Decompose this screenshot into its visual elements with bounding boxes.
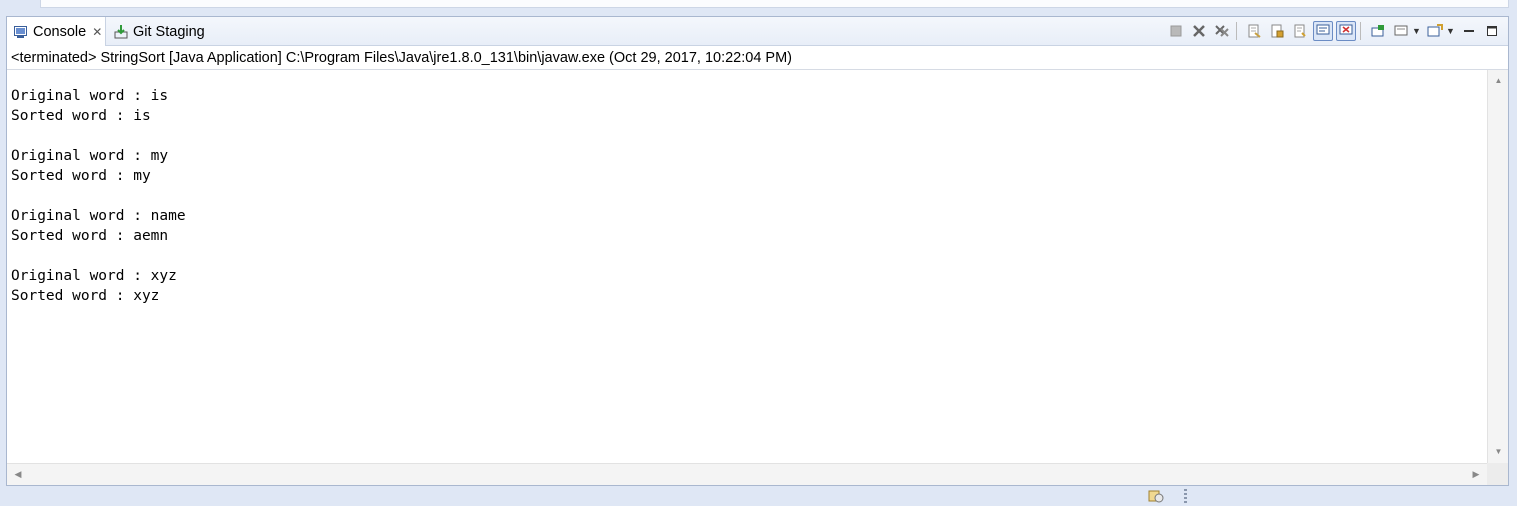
tab-console-label: Console [33,24,87,40]
console-view: Console ✕ Git Staging ▼ ▼ <terminated> S… [6,16,1509,486]
scroll-down-icon[interactable]: ▼ [1488,443,1509,461]
view-tab-row: Console ✕ Git Staging ▼ ▼ [7,17,1508,47]
word-wrap-icon[interactable] [1290,21,1310,41]
remove-launch-icon[interactable] [1189,21,1209,41]
launch-status-line: <terminated> StringSort [Java Applicatio… [7,46,1508,70]
display-selected-console-icon[interactable] [1391,21,1411,41]
close-icon[interactable]: ✕ [92,25,102,39]
tab-git-staging[interactable]: Git Staging [107,17,217,46]
tab-console[interactable]: Console ✕ [7,17,106,47]
console-output[interactable]: Original word : is Sorted word : is Origin… [7,70,1487,463]
minimize-icon[interactable] [1459,21,1479,41]
console-line: Sorted word : aemn [11,228,169,244]
scroll-lock-icon[interactable] [1267,21,1287,41]
toolbar-separator [1236,22,1237,40]
console-line: Original word : xyz [11,268,177,284]
pin-console-icon[interactable] [1368,21,1388,41]
scroll-up-icon[interactable]: ▲ [1488,72,1509,90]
open-console-icon[interactable] [1425,21,1445,41]
console-toolbar: ▼ ▼ [1163,20,1502,42]
console-line: Sorted word : my [11,168,151,184]
show-on-stderr-icon[interactable] [1336,21,1356,41]
progress-icon[interactable] [1148,489,1164,503]
editor-scrollbar-remnant [40,0,1509,8]
horizontal-scrollbar[interactable]: ◀ ▶ [7,463,1487,485]
vertical-scrollbar[interactable]: ▲ ▼ [1487,70,1508,463]
terminate-icon[interactable] [1166,21,1186,41]
scroll-right-icon[interactable]: ▶ [1467,464,1485,485]
console-icon [13,24,29,40]
chevron-down-icon[interactable]: ▼ [1412,26,1422,36]
maximize-icon[interactable] [1482,21,1502,41]
toolbar-separator [1360,22,1361,40]
status-bar-grip[interactable] [1184,489,1187,503]
scrollbar-corner [1487,463,1508,485]
remove-all-terminated-icon[interactable] [1212,21,1232,41]
clear-console-icon[interactable] [1244,21,1264,41]
top-editor-strip [0,0,1517,16]
scroll-left-icon[interactable]: ◀ [9,464,27,485]
console-line: Original word : is [11,88,169,104]
console-line: Sorted word : is [11,108,151,124]
show-on-stdout-icon[interactable] [1313,21,1333,41]
status-bar [0,486,1517,505]
tab-git-staging-label: Git Staging [133,23,205,40]
console-line: Sorted word : xyz [11,288,160,304]
chevron-down-icon[interactable]: ▼ [1446,26,1456,36]
console-line: Original word : name [11,208,186,224]
git-staging-icon [113,24,129,40]
console-line: Original word : my [11,148,169,164]
